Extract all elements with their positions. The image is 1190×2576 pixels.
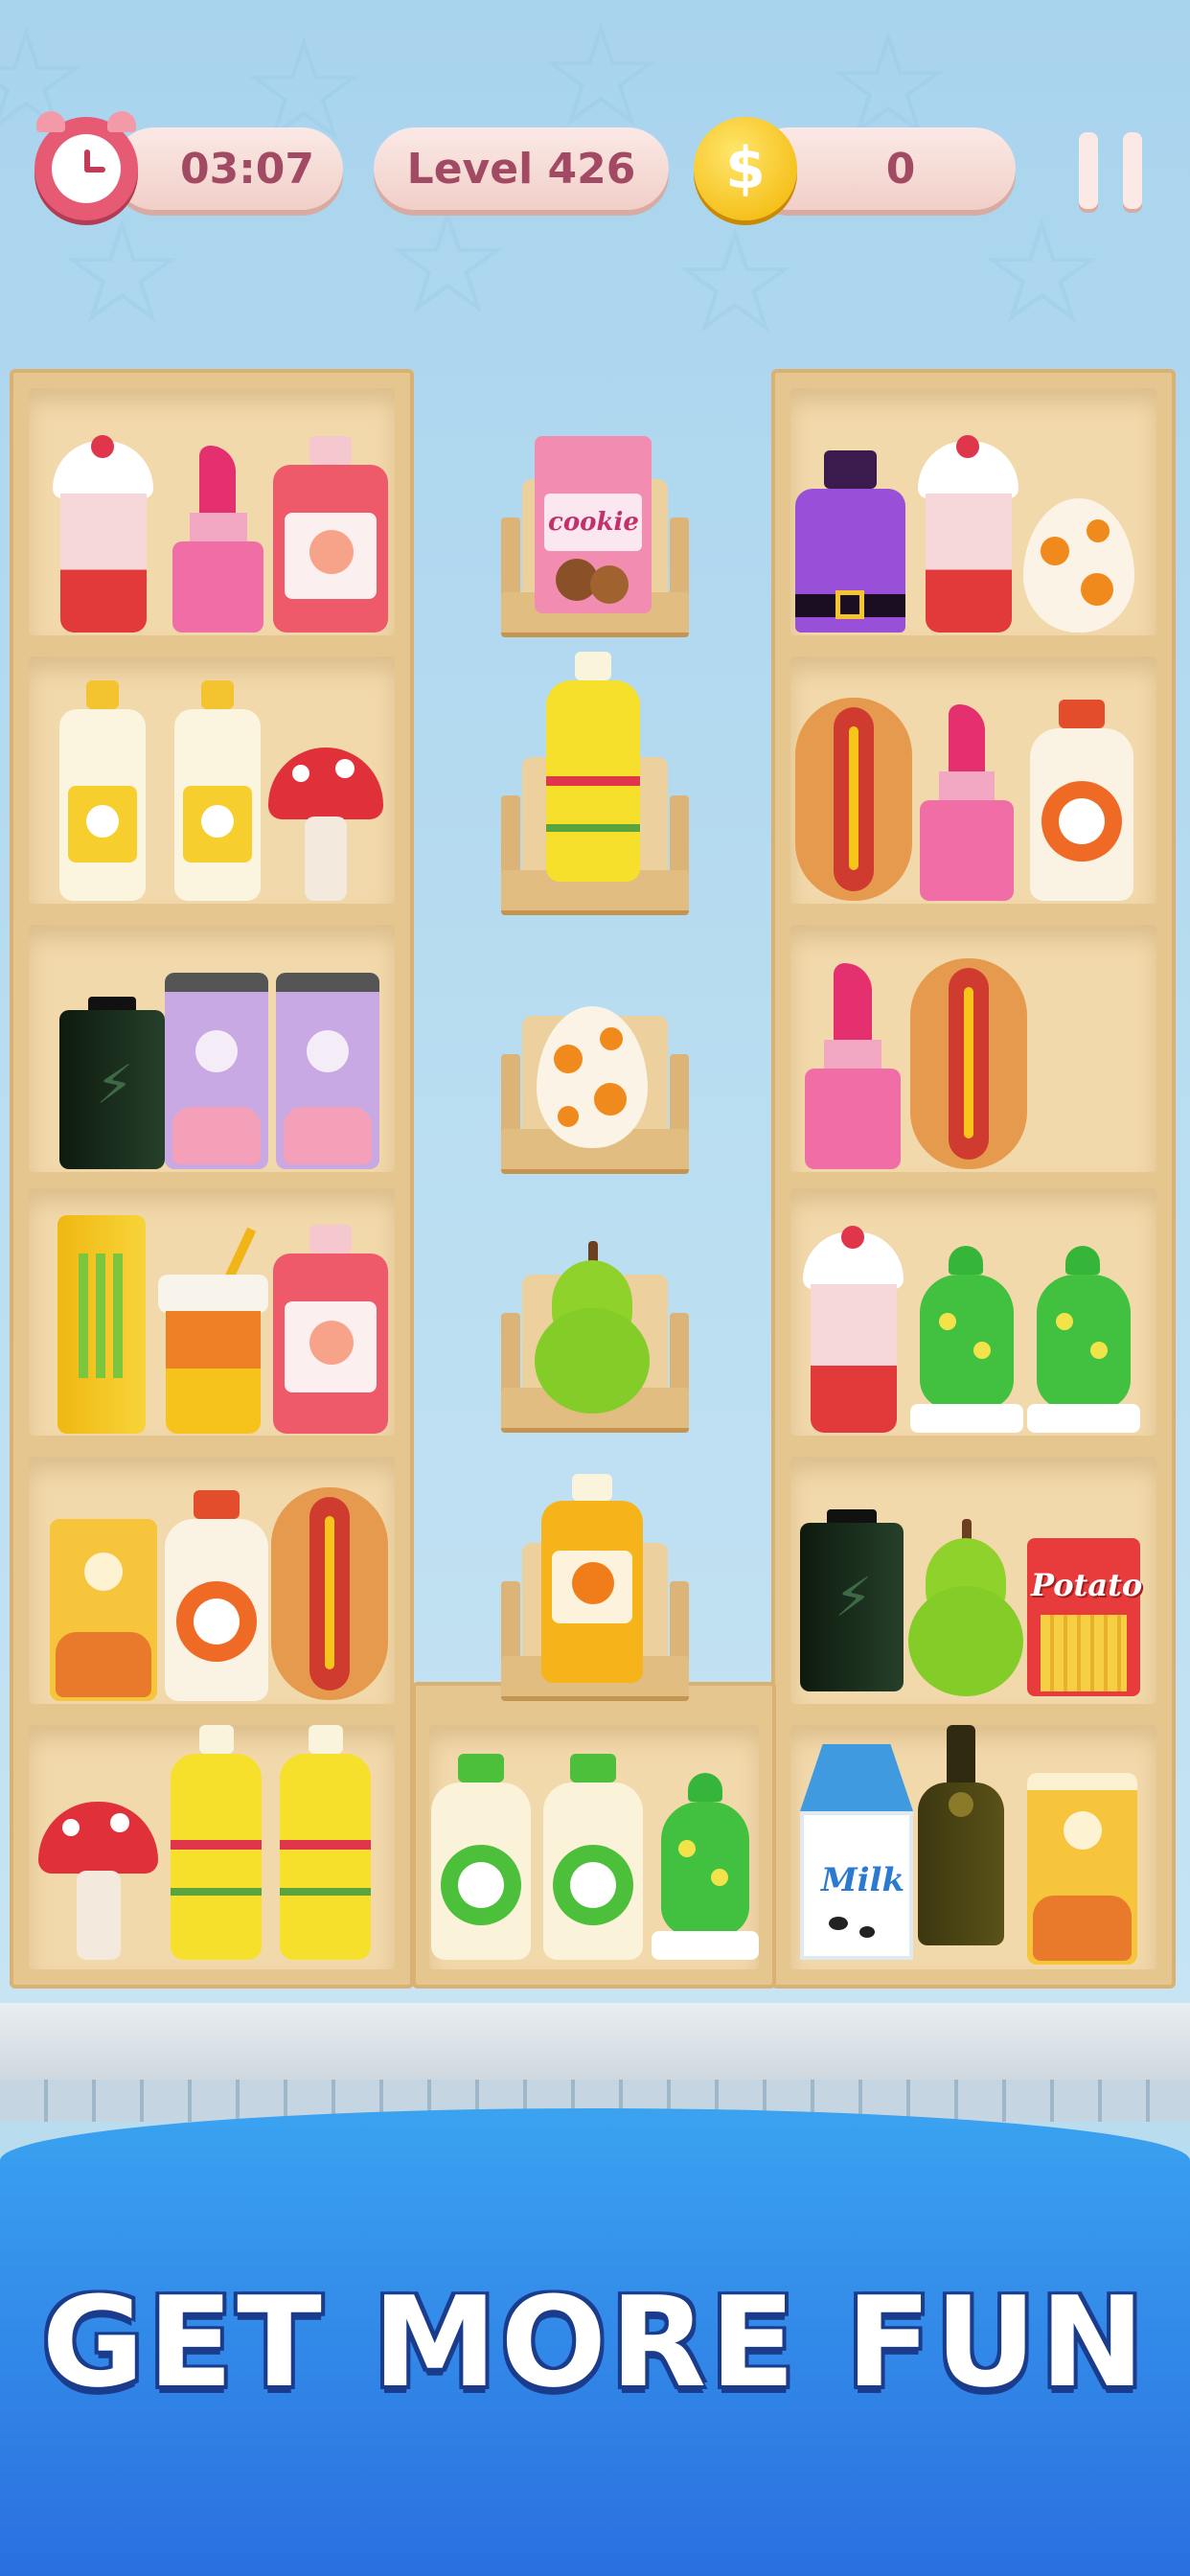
peach-juice-item[interactable] (273, 1225, 388, 1434)
star-decoration: ☆ (57, 190, 187, 356)
star-decoration: ☆ (671, 199, 800, 366)
pause-icon (1079, 132, 1098, 209)
cookie-box-item[interactable]: cookie (535, 436, 652, 613)
star-decoration: ☆ (383, 180, 513, 347)
promo-banner-text: GET MORE FUN (41, 2269, 1149, 2415)
cookie-label: cookie (548, 508, 639, 537)
lipstick-item[interactable] (805, 963, 901, 1169)
orange-yogurt-bottle-item[interactable] (165, 1490, 268, 1701)
teapot-item[interactable] (1027, 1246, 1140, 1433)
potato-label: Potato (1031, 1567, 1143, 1603)
pause-button[interactable] (1077, 132, 1144, 209)
milkshake-item[interactable] (918, 435, 1018, 632)
timer-text: 03:07 (179, 144, 315, 194)
yellow-drink-bottle-item[interactable] (546, 652, 640, 882)
peach-juice-item[interactable] (273, 436, 388, 632)
star-decoration: ☆ (977, 190, 1107, 356)
wine-bottle-item[interactable] (918, 1725, 1004, 1945)
milkshake-item[interactable] (53, 435, 153, 632)
cat-food-can-item[interactable] (276, 973, 379, 1169)
yellow-drink-bottle-item[interactable] (171, 1725, 262, 1960)
purple-bottle-item[interactable] (795, 450, 905, 632)
orange-milk-bottle-item[interactable] (59, 680, 146, 901)
lipstick-item[interactable] (172, 446, 263, 632)
orange-juice-bottle-item[interactable] (541, 1474, 643, 1683)
pear-item[interactable] (908, 1519, 1023, 1696)
egg-item[interactable] (537, 1006, 648, 1148)
lipstick-item[interactable] (920, 704, 1014, 901)
timer-pill: 03:07 (113, 127, 343, 210)
energy-drink-can-item[interactable] (57, 1215, 146, 1434)
mushroom-item[interactable] (268, 748, 383, 901)
alarm-clock-icon (34, 111, 138, 220)
yellow-drink-bottle-item[interactable] (280, 1725, 371, 1960)
battery-item[interactable]: ⚡ (59, 997, 165, 1169)
battery-item[interactable]: ⚡ (800, 1509, 904, 1691)
apple-yogurt-bottle-item[interactable] (543, 1754, 643, 1960)
mushroom-item[interactable] (38, 1802, 158, 1960)
hotdog-item[interactable] (795, 698, 912, 901)
pear-item[interactable] (535, 1241, 650, 1414)
coin-icon: $ (694, 117, 797, 220)
cat-food-can-item[interactable] (1027, 1773, 1137, 1965)
cat-food-can-item[interactable] (165, 973, 268, 1169)
potato-chips-bag-item[interactable]: Potato (1027, 1538, 1143, 1696)
level-pill: Level 426 (374, 127, 669, 210)
orange-yogurt-bottle-item[interactable] (1030, 700, 1133, 901)
orange-milk-bottle-item[interactable] (174, 680, 261, 901)
counter-floor (0, 2003, 1190, 2080)
level-text: Level 426 (406, 144, 636, 194)
apple-yogurt-bottle-item[interactable] (431, 1754, 531, 1960)
hotdog-item[interactable] (271, 1487, 388, 1700)
coin-count: 0 (885, 144, 916, 194)
egg-item[interactable] (1023, 498, 1134, 632)
hotdog-item[interactable] (910, 958, 1027, 1169)
teapot-item[interactable] (652, 1773, 759, 1960)
milk-label: Milk (821, 1861, 905, 1899)
cat-food-can-item[interactable] (50, 1519, 157, 1701)
teapot-item[interactable] (910, 1246, 1023, 1433)
milkshake-item[interactable] (803, 1226, 904, 1433)
bubble-tea-cup-item[interactable] (158, 1227, 268, 1434)
milk-carton-item[interactable]: Milk (800, 1744, 913, 1960)
